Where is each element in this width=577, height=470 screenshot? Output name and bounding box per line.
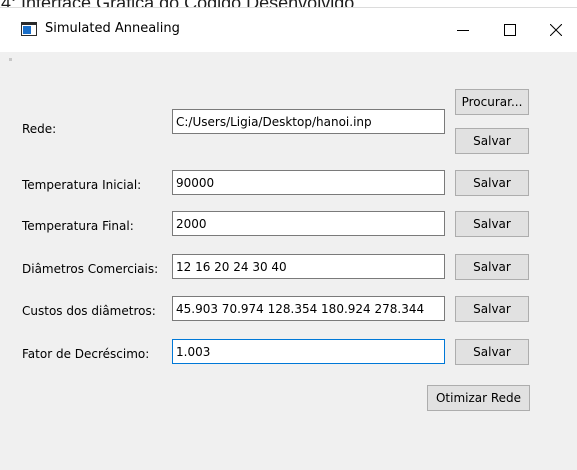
rede-path-input[interactable] xyxy=(172,109,445,134)
content-grip xyxy=(9,58,12,61)
close-icon xyxy=(550,24,562,36)
fator-decrescimo-input[interactable] xyxy=(172,339,445,364)
app-window-icon xyxy=(21,22,37,36)
fator-decrescimo-save-button[interactable]: Salvar xyxy=(455,339,529,365)
maximize-button[interactable] xyxy=(487,8,533,52)
rede-label: Rede: xyxy=(22,122,57,136)
maximize-icon xyxy=(504,24,516,36)
fator-decrescimo-label: Fator de Decréscimo: xyxy=(22,347,150,361)
window-title: Simulated Annealing xyxy=(45,21,180,36)
minimize-button[interactable] xyxy=(440,8,486,52)
temperatura-inicial-input[interactable] xyxy=(172,170,445,195)
minimize-icon xyxy=(457,30,469,31)
browse-button[interactable]: Procurar... xyxy=(455,89,529,115)
temperatura-inicial-save-button[interactable]: Salvar xyxy=(455,170,529,196)
rede-save-button[interactable]: Salvar xyxy=(455,128,529,154)
diametros-comerciais-input[interactable] xyxy=(172,254,445,279)
temperatura-final-input[interactable] xyxy=(172,211,445,236)
diametros-comerciais-save-button[interactable]: Salvar xyxy=(455,254,529,280)
diametros-comerciais-label: Diâmetros Comerciais: xyxy=(22,262,159,276)
temperatura-inicial-label: Temperatura Inicial: xyxy=(22,178,142,192)
custos-diametros-label: Custos dos diâmetros: xyxy=(22,304,156,318)
temperatura-final-label: Temperatura Final: xyxy=(22,219,134,233)
optimize-network-button[interactable]: Otimizar Rede xyxy=(427,385,530,411)
title-bar[interactable]: Simulated Annealing xyxy=(0,8,577,52)
close-button[interactable] xyxy=(533,8,577,52)
custos-diametros-save-button[interactable]: Salvar xyxy=(455,296,529,322)
temperatura-final-save-button[interactable]: Salvar xyxy=(455,211,529,237)
custos-diametros-input[interactable] xyxy=(172,296,445,321)
app-window: Simulated Annealing Rede: Procurar... Sa… xyxy=(0,7,577,470)
